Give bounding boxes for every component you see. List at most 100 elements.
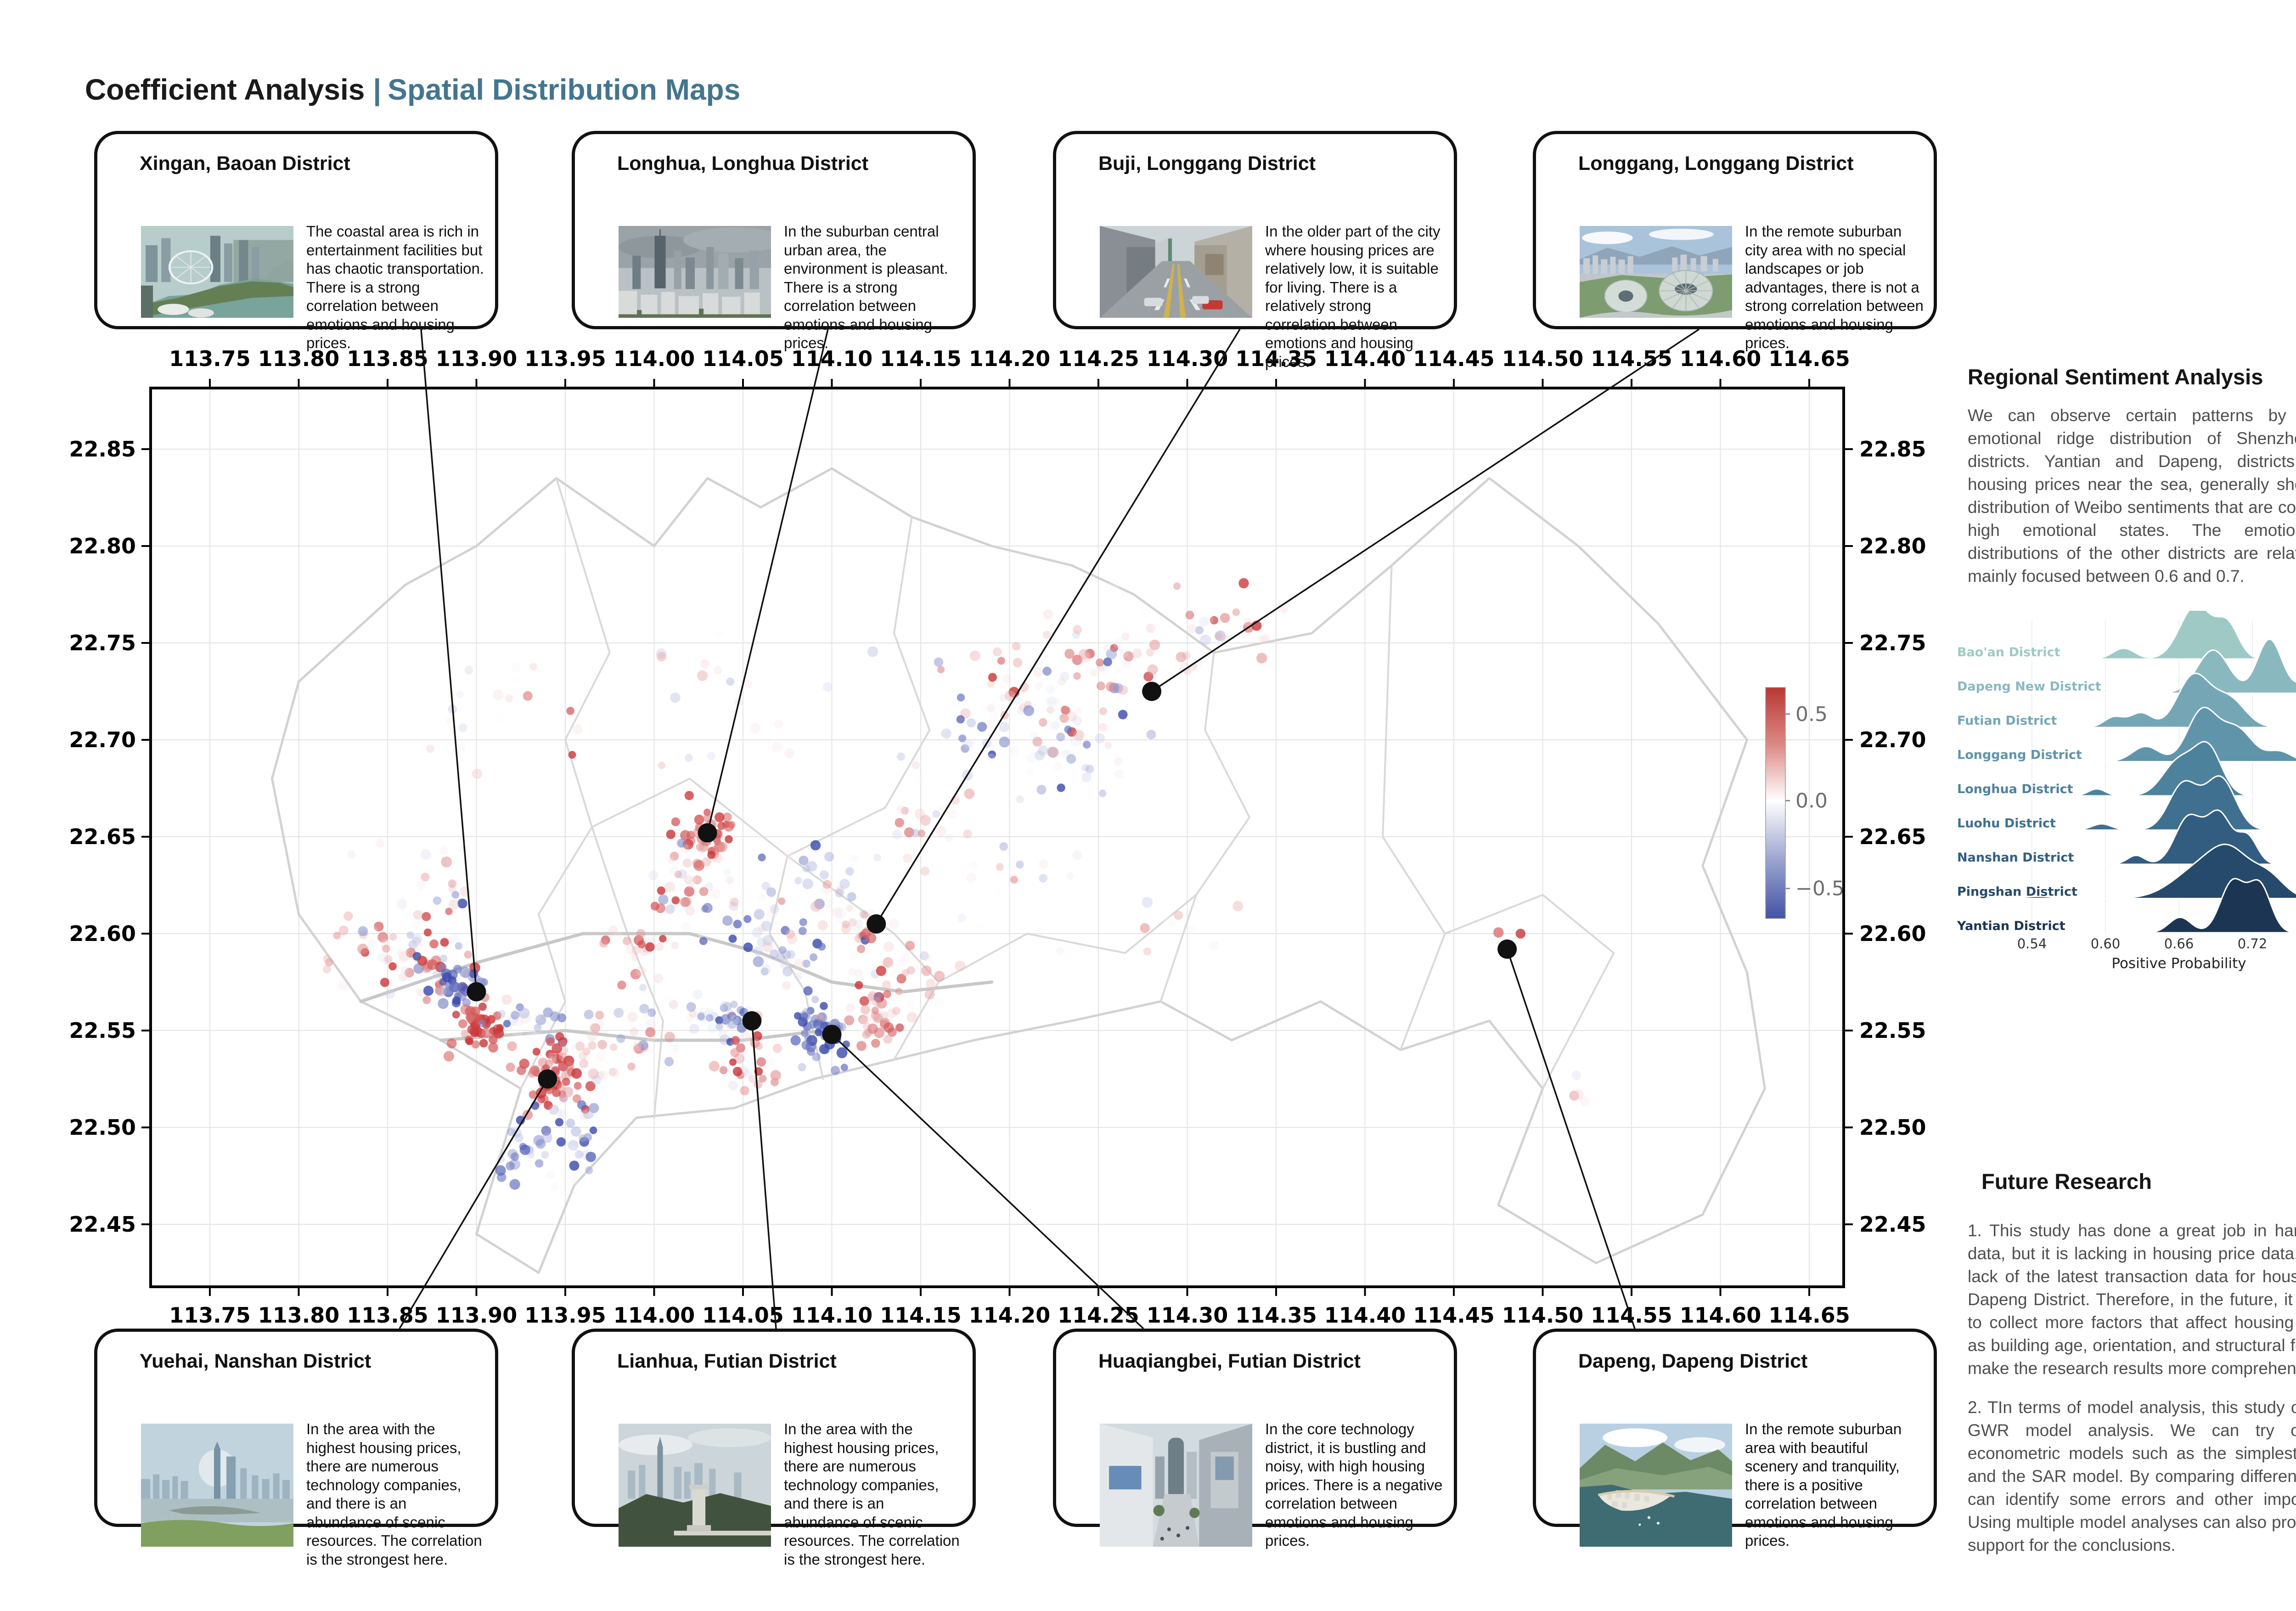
scatter-point <box>882 980 891 990</box>
scatter-point <box>851 934 862 945</box>
photo-illustration <box>1100 1424 1252 1547</box>
scatter-point <box>779 946 787 954</box>
map-marker-dapeng <box>1497 940 1517 959</box>
scatter-point <box>884 941 894 952</box>
scatter-point <box>818 920 828 930</box>
scatter-point <box>934 971 945 981</box>
scatter-point <box>1081 772 1091 782</box>
scatter-point <box>1146 648 1154 657</box>
scatter-point <box>729 935 737 943</box>
scatter-point <box>1013 658 1023 668</box>
scatter-point <box>665 905 675 914</box>
district-photo-longhua <box>619 226 771 318</box>
scatter-point <box>599 939 608 948</box>
scatter-point <box>575 1042 585 1051</box>
scatter-point <box>1050 721 1060 731</box>
x-tick-bottom: 113.95 <box>524 1303 606 1328</box>
scatter-point <box>370 926 378 934</box>
scatter-point <box>794 972 803 980</box>
scatter-point <box>633 1042 642 1052</box>
scatter-point <box>498 1010 506 1018</box>
scatter-point <box>456 691 464 698</box>
scatter-point <box>999 722 1009 732</box>
scatter-point <box>571 1127 581 1137</box>
scatter-point <box>841 1064 848 1071</box>
y-tick-left: 22.85 <box>69 437 136 462</box>
scatter-point <box>687 1002 696 1012</box>
scatter-point <box>1057 783 1065 792</box>
title-subtitle: Spatial Distribution Maps <box>388 73 740 106</box>
callout-longhua: Longhua, Longhua District In the suburba… <box>572 131 976 329</box>
scatter-point <box>585 1166 593 1174</box>
svg-text:0.72: 0.72 <box>2238 936 2268 952</box>
scatter-point <box>380 978 389 987</box>
district-photo-huaqiangbei <box>1100 1424 1252 1547</box>
scatter-point <box>1043 631 1051 639</box>
scatter-point <box>1058 677 1066 686</box>
ridge-label: Dapeng New District <box>1957 680 2101 694</box>
scatter-point <box>925 989 935 999</box>
ridge-label: Longgang District <box>1957 748 2082 762</box>
map-marker-buji <box>867 914 886 934</box>
callout-text: In the remote suburban area with beautif… <box>1745 1420 1924 1550</box>
scatter-point <box>664 1057 674 1066</box>
svg-text:0.0: 0.0 <box>1795 789 1828 812</box>
future-paragraph-1: 1. This study has done a great job in ha… <box>1968 1219 2296 1380</box>
scatter-point <box>1109 671 1117 680</box>
scatter-point <box>782 966 793 976</box>
scatter-point <box>458 1020 467 1029</box>
scatter-point <box>1209 941 1219 951</box>
scatter-point <box>1064 726 1072 733</box>
scatter-point <box>1024 705 1035 716</box>
scatter-point <box>643 1011 651 1019</box>
scatter-point <box>456 743 466 752</box>
scatter-point <box>892 1007 900 1015</box>
scatter-point <box>754 909 765 919</box>
scatter-point <box>506 1063 515 1072</box>
scatter-point <box>880 1011 888 1020</box>
scatter-point <box>503 1020 511 1028</box>
scatter-point <box>917 777 924 784</box>
scatter-point <box>441 856 452 867</box>
scatter-point <box>683 858 692 867</box>
scatter-point <box>663 996 673 1005</box>
scatter-point <box>658 1010 666 1018</box>
scatter-point <box>555 1118 563 1126</box>
scatter-point <box>427 959 438 970</box>
scatter-point <box>1035 682 1043 689</box>
scatter-point <box>1103 645 1111 652</box>
scatter-point <box>568 751 576 759</box>
scatter-point <box>761 964 771 974</box>
scatter-point <box>1012 642 1021 651</box>
scatter-point <box>834 910 842 918</box>
scatter-point <box>743 915 751 923</box>
scatter-point <box>844 1015 854 1025</box>
callout-text: In the remote suburban city area with no… <box>1745 222 1924 353</box>
scatter-point <box>444 1051 454 1062</box>
scatter-point <box>757 938 766 947</box>
scatter-point <box>848 969 856 976</box>
scatter-point <box>941 728 951 738</box>
scatter-point <box>861 911 868 918</box>
scatter-point <box>750 723 761 734</box>
scatter-point <box>1174 911 1183 920</box>
scatter-point <box>583 1109 594 1119</box>
scatter-point <box>903 854 912 863</box>
scatter-point <box>874 992 882 1001</box>
scatter-point <box>448 879 456 888</box>
scatter-point <box>595 1144 605 1154</box>
scatter-point <box>997 657 1005 665</box>
coefficient-scatter <box>323 578 1591 1191</box>
ridge-label: Futian District <box>1957 714 2057 728</box>
scatter-point <box>505 694 513 703</box>
scatter-point <box>957 715 965 723</box>
scatter-point <box>773 1044 782 1053</box>
scatter-point <box>566 1119 575 1128</box>
scatter-point <box>730 898 738 907</box>
ridge-axis: 0.540.600.660.720.78Positive Probability <box>2017 936 2296 972</box>
map-marker-longgang <box>1142 682 1161 701</box>
x-tick-bottom: 114.60 <box>1680 1303 1761 1328</box>
scatter-point <box>566 707 574 715</box>
future-heading: Future Research <box>1981 1169 2152 1194</box>
x-tick-bottom: 113.80 <box>258 1303 340 1328</box>
